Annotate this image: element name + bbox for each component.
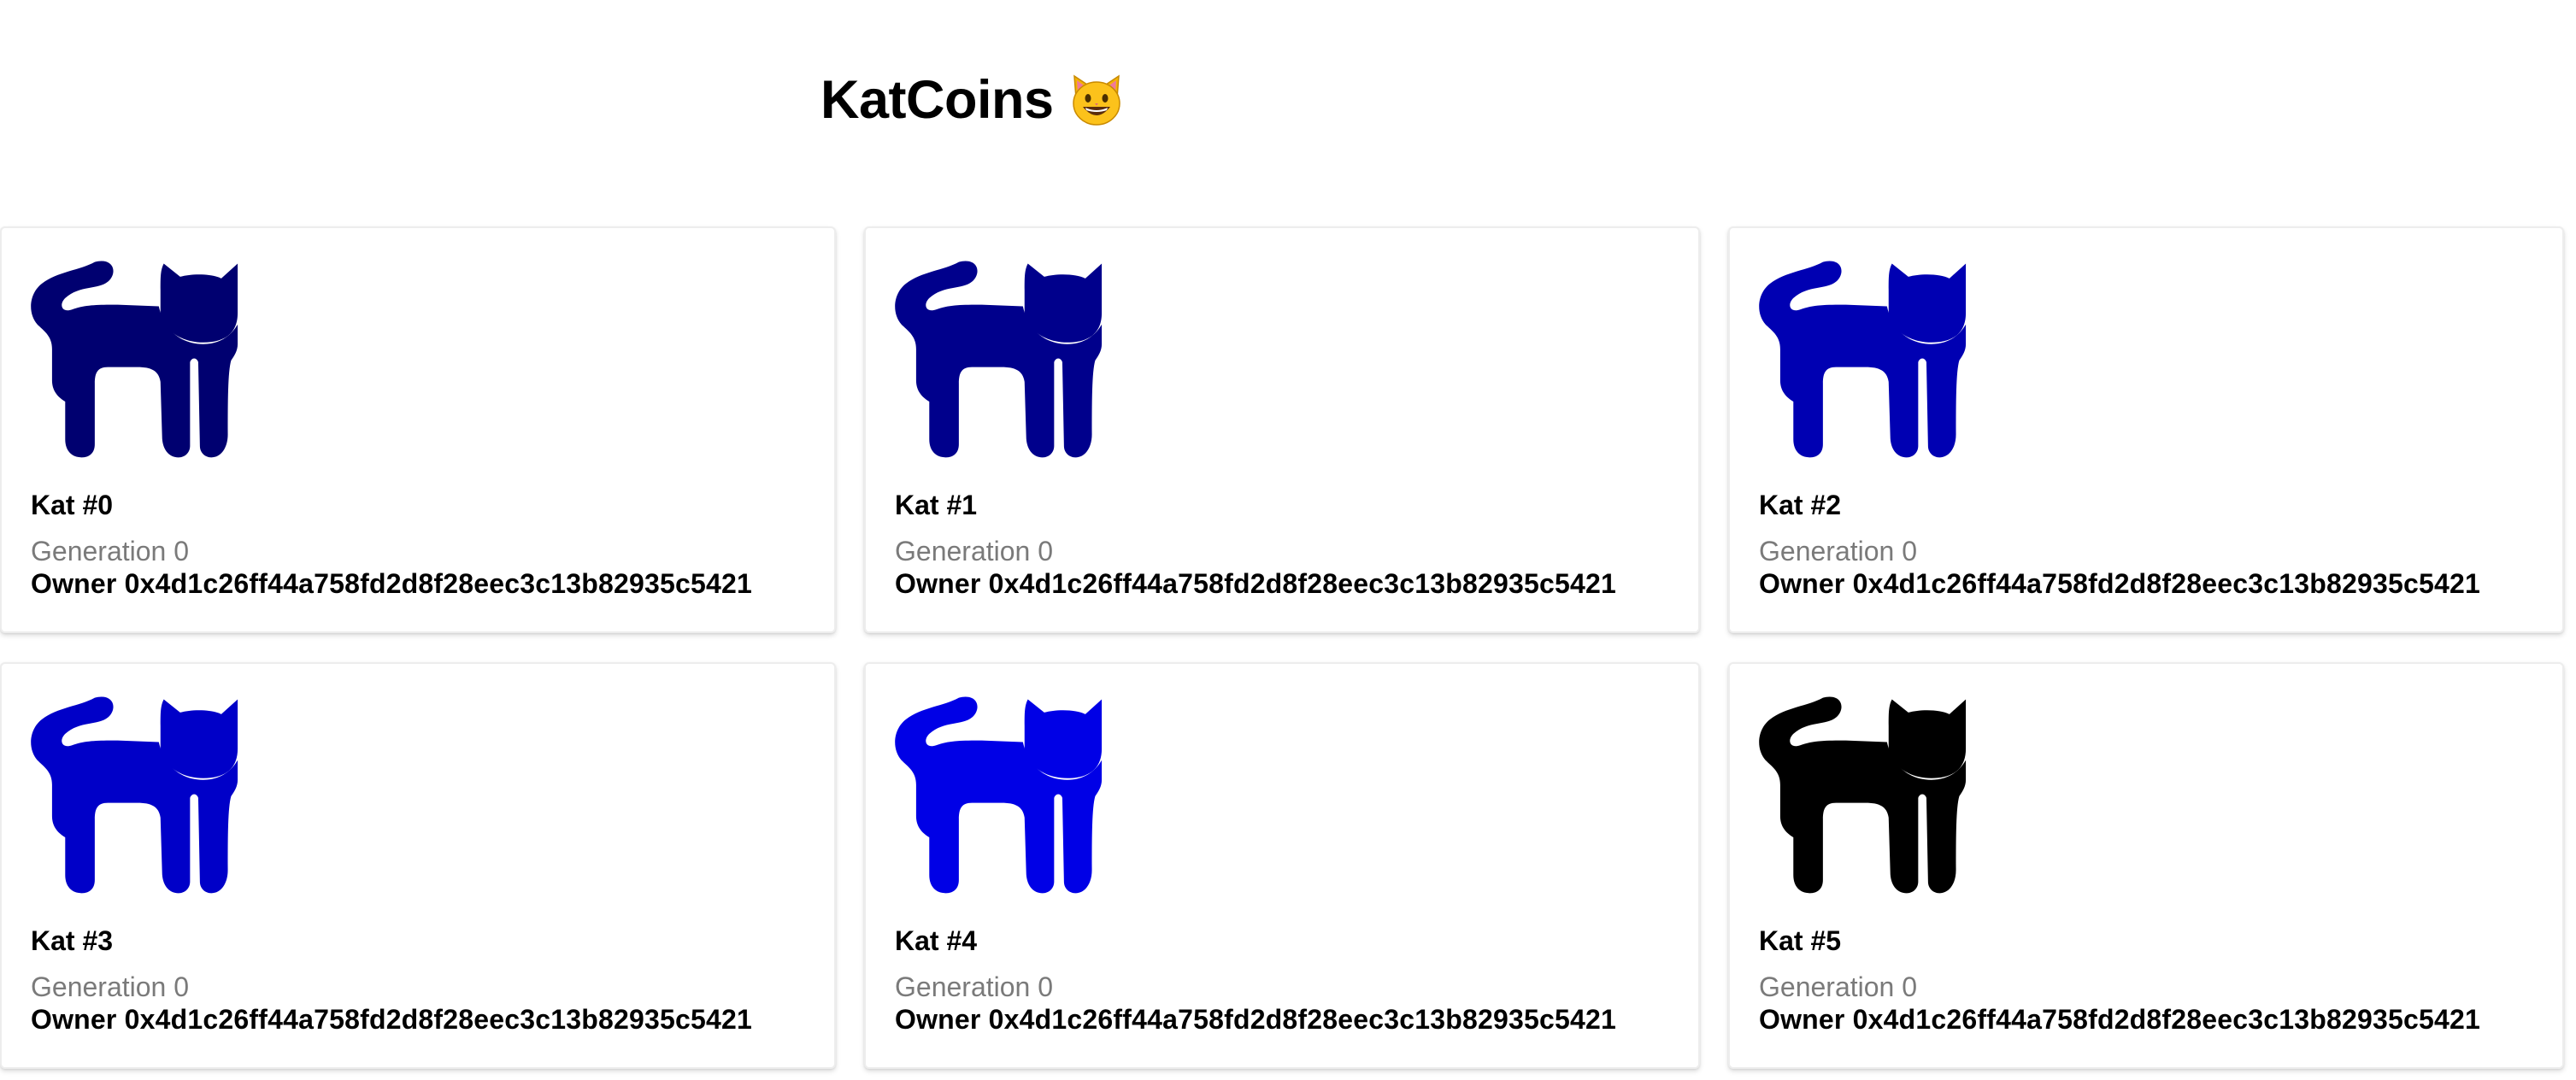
kat-owner: Owner 0x4d1c26ff44a758fd2d8f28eec3c13b82… xyxy=(31,1004,752,1035)
page-title: KatCoins xyxy=(820,70,1054,130)
kat-generation: Generation 0 xyxy=(895,971,1054,1002)
kat-name: Kat #3 xyxy=(31,925,114,956)
cat-silhouette xyxy=(895,261,1103,458)
cat-silhouette xyxy=(31,696,238,894)
kat-owner: Owner 0x4d1c26ff44a758fd2d8f28eec3c13b82… xyxy=(1759,568,2480,599)
kat-card-grid: Kat #0 Generation 0 Owner 0x4d1c26ff44a7… xyxy=(0,226,2564,1069)
kat-generation: Generation 0 xyxy=(31,536,190,566)
kat-name: Kat #4 xyxy=(895,925,978,956)
kat-generation: Generation 0 xyxy=(1759,536,1918,566)
kat-owner: Owner 0x4d1c26ff44a758fd2d8f28eec3c13b82… xyxy=(1759,1004,2480,1035)
app-root: KatCoins Kat #0 Generation 0 Owner 0x4d1… xyxy=(0,0,2576,1080)
cat-silhouette xyxy=(1759,696,1967,894)
kat-generation: Generation 0 xyxy=(31,971,190,1002)
cat-silhouette xyxy=(31,261,238,458)
kat-name: Kat #5 xyxy=(1759,925,1842,956)
kat-card: Kat #0 Generation 0 Owner 0x4d1c26ff44a7… xyxy=(0,226,836,633)
kat-card: Kat #3 Generation 0 Owner 0x4d1c26ff44a7… xyxy=(0,662,836,1069)
cat-icon xyxy=(893,254,1103,464)
header: KatCoins xyxy=(820,62,1124,138)
cat-silhouette xyxy=(1759,261,1967,458)
kat-name: Kat #2 xyxy=(1759,490,1842,520)
cat-icon xyxy=(29,254,239,464)
kat-card: Kat #1 Generation 0 Owner 0x4d1c26ff44a7… xyxy=(864,226,1700,633)
kat-owner: Owner 0x4d1c26ff44a758fd2d8f28eec3c13b82… xyxy=(31,568,752,599)
kat-card: Kat #5 Generation 0 Owner 0x4d1c26ff44a7… xyxy=(1728,662,2564,1069)
kat-card: Kat #2 Generation 0 Owner 0x4d1c26ff44a7… xyxy=(1728,226,2564,633)
kat-owner: Owner 0x4d1c26ff44a758fd2d8f28eec3c13b82… xyxy=(895,1004,1616,1035)
cat-icon xyxy=(1757,254,1967,464)
grinning-cat-face-icon xyxy=(1069,73,1124,127)
cat-icon xyxy=(1757,690,1967,900)
kat-generation: Generation 0 xyxy=(895,536,1054,566)
cat-icon xyxy=(893,690,1103,900)
kat-generation: Generation 0 xyxy=(1759,971,1918,1002)
kat-name: Kat #0 xyxy=(31,490,114,520)
kat-owner: Owner 0x4d1c26ff44a758fd2d8f28eec3c13b82… xyxy=(895,568,1616,599)
kat-card: Kat #4 Generation 0 Owner 0x4d1c26ff44a7… xyxy=(864,662,1700,1069)
kat-name: Kat #1 xyxy=(895,490,978,520)
cat-silhouette xyxy=(895,696,1103,894)
cat-icon xyxy=(29,690,239,900)
